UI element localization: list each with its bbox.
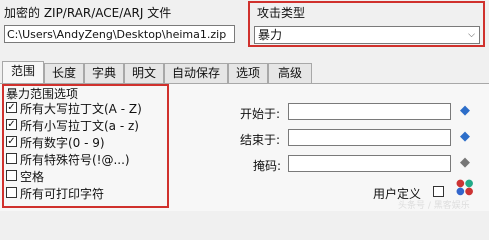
end-input[interactable]: [288, 129, 451, 146]
lowercase-checkbox[interactable]: ✓: [6, 119, 17, 130]
end-picker-icon[interactable]: ◆: [457, 129, 473, 145]
mask-picker-icon[interactable]: ◆: [457, 155, 473, 171]
space-label: 空格: [20, 170, 45, 184]
start-input[interactable]: [288, 103, 451, 120]
tab-options[interactable]: 选项: [228, 63, 268, 83]
digits-checkbox[interactable]: ✓: [6, 136, 17, 147]
space-checkbox[interactable]: [6, 170, 17, 181]
attack-type-value: 暴力: [258, 28, 283, 42]
attack-type-select[interactable]: 暴力 ⌵: [254, 26, 480, 44]
tab-autosave[interactable]: 自动保存: [164, 63, 228, 83]
file-path-input[interactable]: C:\Users\AndyZeng\Desktop\heima1.zip: [4, 25, 235, 43]
lowercase-label: 所有小写拉丁文(a - z): [20, 119, 139, 133]
tab-range[interactable]: 范围: [2, 61, 44, 84]
tab-advanced[interactable]: 高级: [268, 63, 312, 83]
tab-dictionary[interactable]: 字典: [84, 63, 124, 83]
end-label: 结束于:: [240, 133, 281, 147]
start-label: 开始于:: [240, 107, 281, 121]
printable-checkbox[interactable]: [6, 187, 17, 198]
charset-icon[interactable]: ●● ●●: [456, 179, 473, 197]
mask-label: 掩码:: [253, 159, 282, 173]
digits-label: 所有数字(0 - 9): [20, 136, 105, 150]
uppercase-checkbox[interactable]: ✓: [6, 102, 17, 113]
uppercase-label: 所有大写拉丁文(A - Z): [20, 102, 142, 116]
chevron-down-icon: ⌵: [468, 30, 475, 40]
file-label: 加密的 ZIP/RAR/ACE/ARJ 文件: [4, 6, 172, 20]
tab-plaintext[interactable]: 明文: [124, 63, 164, 83]
start-picker-icon[interactable]: ◆: [457, 103, 473, 119]
user-defined-checkbox[interactable]: [433, 186, 444, 197]
mask-input[interactable]: [288, 155, 451, 172]
special-checkbox[interactable]: [6, 153, 17, 164]
tab-length[interactable]: 长度: [44, 63, 84, 83]
printable-label: 所有可打印字符: [20, 187, 105, 201]
attack-type-label: 攻击类型: [257, 6, 306, 20]
special-label: 所有特殊符号(!@...): [20, 153, 130, 167]
watermark: 头条号 / 黑客娱乐: [398, 201, 470, 211]
